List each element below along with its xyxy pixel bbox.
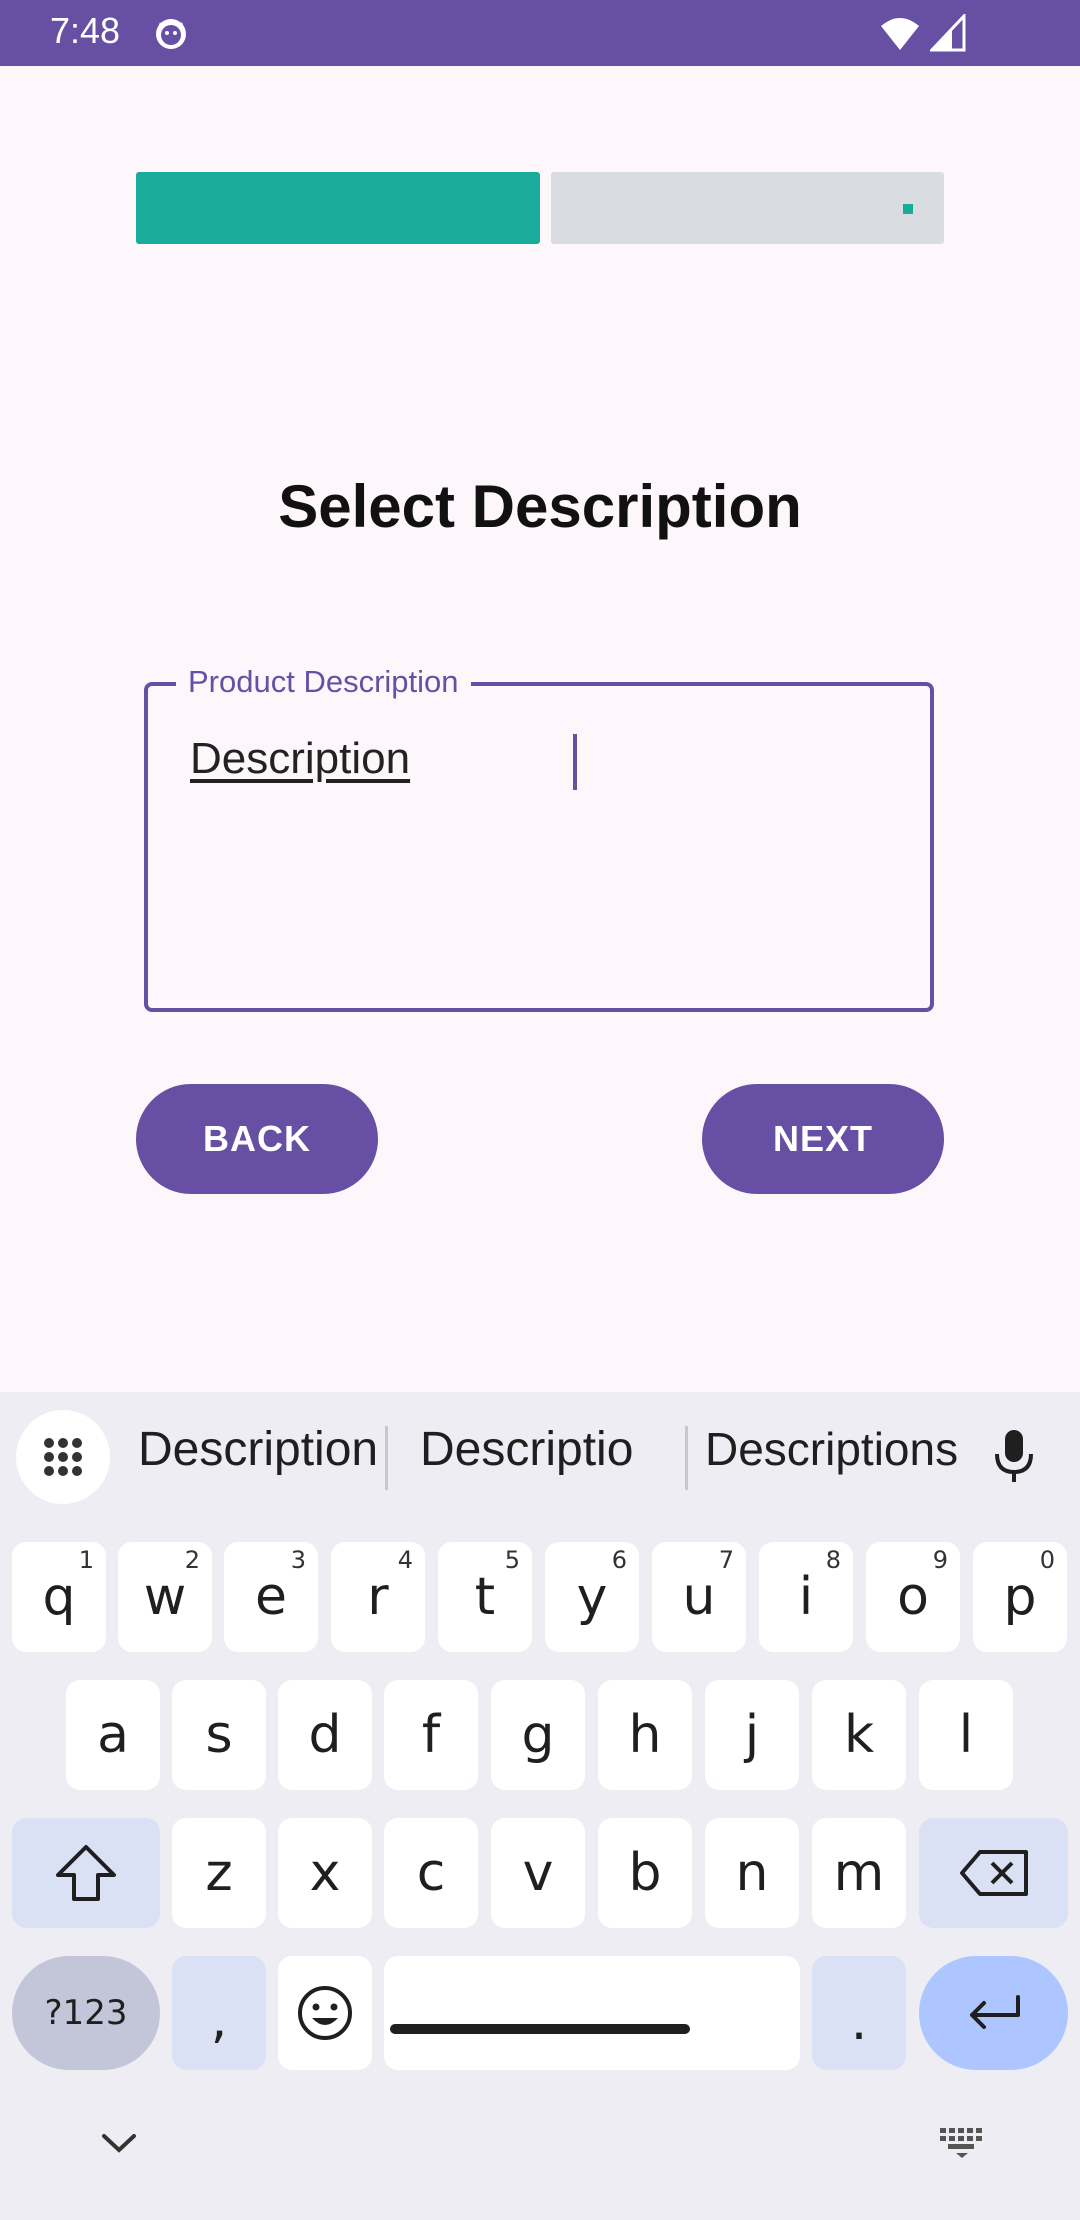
status-time: 7:48 (50, 10, 121, 51)
key-c[interactable]: c (384, 1818, 478, 1928)
key-s[interactable]: s (172, 1680, 266, 1790)
key-v[interactable]: v (491, 1818, 585, 1928)
key-label: o (897, 1567, 929, 1627)
emoji-icon (298, 1986, 352, 2040)
key-f[interactable]: f (384, 1680, 478, 1790)
key-hint: 8 (825, 1546, 841, 1574)
key-b[interactable]: b (598, 1818, 692, 1928)
key-w[interactable]: w2 (118, 1542, 212, 1652)
key-label: y (576, 1567, 608, 1627)
enter-key[interactable] (919, 1956, 1068, 2070)
product-description-field[interactable]: Product Description Description (144, 664, 934, 1012)
emoji-key[interactable] (278, 1956, 372, 2070)
text-cursor (573, 734, 577, 790)
key-g[interactable]: g (491, 1680, 585, 1790)
key-m[interactable]: m (812, 1818, 906, 1928)
field-value[interactable]: Description (190, 734, 410, 784)
suggestion-divider (385, 1426, 388, 1490)
key-hint: 4 (397, 1546, 413, 1574)
key-label: i (798, 1567, 814, 1627)
key-l[interactable]: l (919, 1680, 1013, 1790)
suggestion-2[interactable]: Descriptio (420, 1422, 633, 1477)
key-h[interactable]: h (598, 1680, 692, 1790)
suggestion-1[interactable]: Description (138, 1422, 378, 1477)
key-z[interactable]: z (172, 1818, 266, 1928)
progress-end-marker (903, 204, 913, 214)
space-key[interactable] (384, 1956, 800, 2070)
period-key[interactable]: . (812, 1956, 906, 2070)
key-hint: 6 (611, 1546, 627, 1574)
key-d[interactable]: d (278, 1680, 372, 1790)
key-label: r (367, 1567, 389, 1627)
enter-icon (969, 1995, 1020, 2029)
apps-grid-icon[interactable] (16, 1410, 110, 1504)
field-value-text: Description (190, 734, 411, 783)
suggestion-divider (685, 1426, 688, 1490)
page-title: Select Description (278, 473, 802, 540)
key-hint: 7 (718, 1546, 734, 1574)
next-button[interactable]: NEXT (702, 1084, 944, 1194)
signal-icon (930, 14, 966, 52)
key-j[interactable]: j (705, 1680, 799, 1790)
key-u[interactable]: u7 (652, 1542, 746, 1652)
key-label: p (1003, 1567, 1037, 1627)
key-r[interactable]: r4 (331, 1542, 425, 1652)
key-i[interactable]: i8 (759, 1542, 853, 1652)
keyboard-icon[interactable] (938, 2126, 986, 2160)
progress-bar (136, 172, 944, 244)
shift-key[interactable] (12, 1818, 160, 1928)
status-bar: 7:48 (0, 0, 1080, 66)
wifi-icon (881, 18, 919, 50)
progress-track (551, 172, 944, 244)
key-a[interactable]: a (66, 1680, 160, 1790)
key-hint: 5 (504, 1546, 520, 1574)
key-k[interactable]: k (812, 1680, 906, 1790)
key-t[interactable]: t5 (438, 1542, 532, 1652)
key-e[interactable]: e3 (224, 1542, 318, 1652)
soft-keyboard: Description Descriptio Descriptions q1 w… (0, 1392, 1080, 2220)
key-label: u (682, 1567, 716, 1627)
key-label: e (255, 1567, 287, 1627)
progress-fill (136, 172, 540, 244)
key-label: t (474, 1567, 496, 1627)
key-n[interactable]: n (705, 1818, 799, 1928)
notification-icon (156, 19, 186, 49)
symbols-key[interactable]: ?123 (12, 1956, 160, 2070)
shift-icon (56, 1845, 116, 1901)
field-label: Product Description (176, 664, 471, 700)
key-o[interactable]: o9 (866, 1542, 960, 1652)
comma-key[interactable]: , (172, 1956, 266, 2070)
mic-icon[interactable] (990, 1428, 1038, 1484)
key-hint: 3 (290, 1546, 306, 1574)
key-p[interactable]: p0 (973, 1542, 1067, 1652)
key-x[interactable]: x (278, 1818, 372, 1928)
backspace-key[interactable] (919, 1818, 1068, 1928)
home-indicator[interactable] (390, 2024, 690, 2034)
key-q[interactable]: q1 (12, 1542, 106, 1652)
key-hint: 2 (184, 1546, 200, 1574)
key-hint: 0 (1039, 1546, 1055, 1574)
key-label: w (143, 1567, 187, 1627)
chevron-down-icon[interactable] (98, 2130, 140, 2156)
suggestion-3[interactable]: Descriptions (705, 1422, 958, 1476)
key-hint: 9 (932, 1546, 948, 1574)
back-button[interactable]: BACK (136, 1084, 378, 1194)
key-label: q (42, 1567, 76, 1627)
backspace-icon (959, 1850, 1028, 1896)
key-y[interactable]: y6 (545, 1542, 639, 1652)
key-hint: 1 (78, 1546, 94, 1574)
